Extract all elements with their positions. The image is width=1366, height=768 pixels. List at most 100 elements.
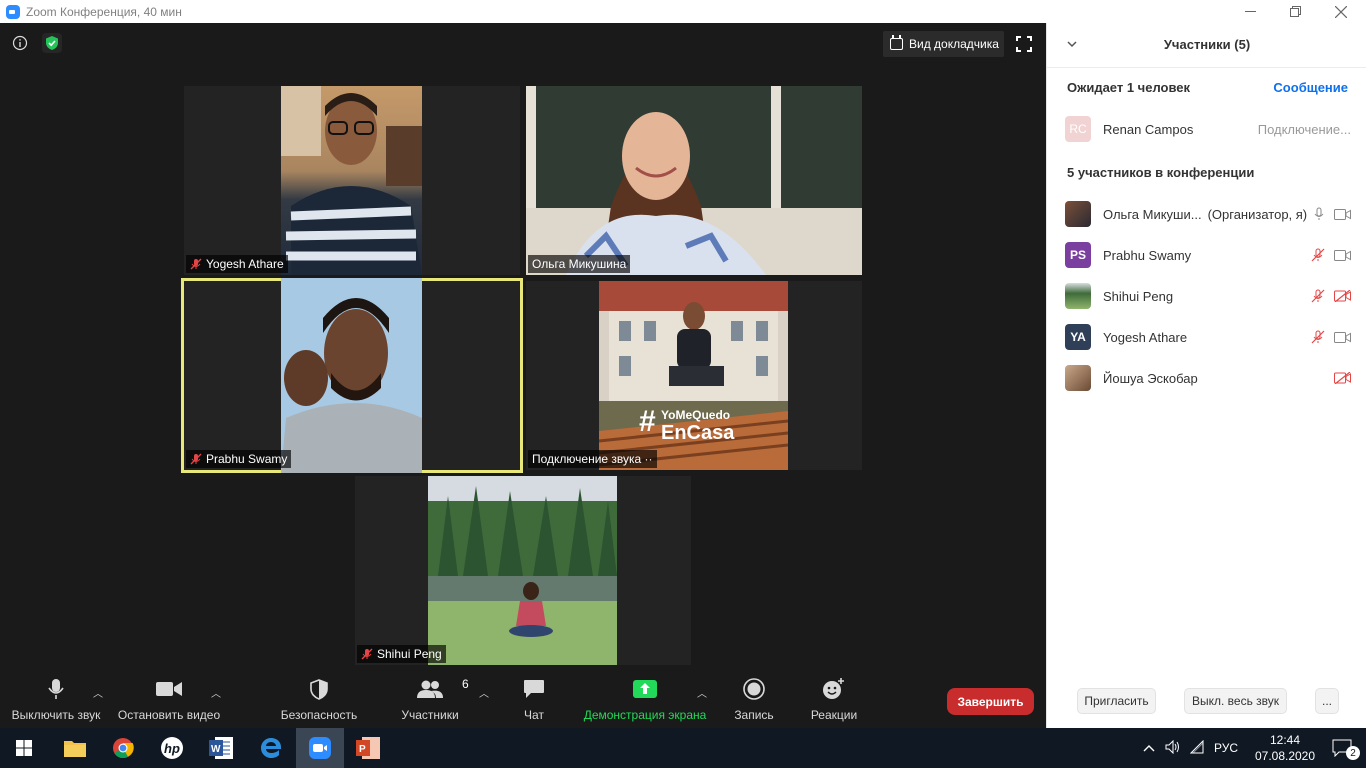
start-button[interactable] <box>0 728 48 768</box>
restore-button[interactable] <box>1272 0 1318 23</box>
tray-overflow-button[interactable] <box>1143 741 1155 755</box>
edge-icon <box>261 738 281 758</box>
participant-row[interactable]: Йошуа Эскобар <box>1065 365 1351 391</box>
record-button[interactable]: Запись <box>733 673 775 728</box>
restore-icon <box>1289 6 1301 17</box>
notification-count-badge: 2 <box>1346 746 1360 760</box>
mute-all-button[interactable]: Выкл. весь звук <box>1184 688 1287 714</box>
word-icon: W <box>209 737 233 759</box>
participant-name: Йошуа Эскобар <box>1103 370 1198 386</box>
video-camera-icon[interactable] <box>1334 331 1351 343</box>
record-icon <box>743 678 765 700</box>
reactions-button[interactable]: Реакции <box>810 673 858 728</box>
mute-label: Выключить звук <box>11 708 101 722</box>
svg-text:P: P <box>359 744 366 755</box>
share-screen-button[interactable]: Демонстрация экрана <box>583 673 707 728</box>
minimize-button[interactable] <box>1227 0 1273 23</box>
close-window-button[interactable] <box>1318 0 1364 23</box>
notifications-button[interactable]: 2 <box>1318 728 1366 768</box>
clock-date: 07.08.2020 <box>1254 749 1316 763</box>
participant-row[interactable]: Shihui Peng <box>1065 283 1351 309</box>
meeting-info-button[interactable] <box>10 33 30 53</box>
microphone-icon[interactable] <box>1313 207 1325 221</box>
taskbar-powerpoint[interactable]: P <box>344 728 392 768</box>
taskbar-chrome[interactable] <box>99 728 147 768</box>
invite-button[interactable]: Пригласить <box>1077 688 1156 714</box>
end-meeting-button[interactable]: Завершить <box>947 688 1034 715</box>
mic-muted-icon[interactable] <box>1311 289 1325 303</box>
background-image: # YoMeQuedo EnCasa <box>599 281 788 470</box>
volume-button[interactable] <box>1165 739 1181 757</box>
network-button[interactable] <box>1189 739 1206 757</box>
speaker-view-button[interactable]: Вид докладчика <box>883 31 1004 57</box>
chevron-up-icon <box>1143 745 1155 752</box>
speaker-view-label: Вид докладчика <box>909 37 999 51</box>
participant-video <box>526 86 862 275</box>
participant-row[interactable]: PS Prabhu Swamy <box>1065 242 1351 268</box>
mic-muted-icon[interactable] <box>1311 330 1325 344</box>
more-options-button[interactable]: ... <box>1315 688 1339 714</box>
avatar: YA <box>1065 324 1091 350</box>
participant-name: Renan Campos <box>1103 121 1194 137</box>
stop-video-button[interactable]: Остановить видео <box>118 673 220 728</box>
taskbar-clock[interactable]: 12:44 07.08.2020 <box>1248 732 1322 764</box>
audio-options-caret[interactable]: ︿ <box>93 685 103 700</box>
taskbar-zoom[interactable] <box>296 728 344 768</box>
taskbar-file-explorer[interactable] <box>51 728 99 768</box>
participant-name: Yogesh Athare <box>1103 329 1188 345</box>
video-camera-icon[interactable] <box>1334 249 1351 261</box>
encryption-button[interactable] <box>42 33 62 53</box>
participant-name: Yogesh Athare <box>206 257 284 271</box>
avatar <box>1065 365 1091 391</box>
powerpoint-icon: P <box>356 737 380 759</box>
video-off-icon[interactable] <box>1334 290 1351 302</box>
video-tile-yogesh[interactable]: Yogesh Athare <box>184 86 520 275</box>
person-silhouette <box>281 86 422 275</box>
speaker-view-icon <box>890 35 903 50</box>
avatar: PS <box>1065 242 1091 268</box>
panel-title: Участники (5) <box>1163 37 1251 52</box>
mic-muted-icon[interactable] <box>1311 248 1325 262</box>
taskbar-hp[interactable]: hp <box>148 728 196 768</box>
fullscreen-button[interactable] <box>1016 36 1032 52</box>
video-tile-shihui[interactable]: Shihui Peng <box>355 476 691 665</box>
zoom-icon <box>309 737 331 759</box>
mute-button[interactable]: Выключить звук <box>10 673 102 728</box>
video-tile-prabhu[interactable]: Prabhu Swamy <box>181 278 523 473</box>
participant-row[interactable]: Ольга Микуши... (Организатор, я) <box>1065 201 1351 227</box>
svg-text:YoMeQuedo: YoMeQuedo <box>661 408 730 422</box>
svg-text:EnCasa: EnCasa <box>661 422 735 444</box>
taskbar-edge[interactable] <box>247 728 295 768</box>
video-options-caret[interactable]: ︿ <box>211 685 221 700</box>
language-indicator[interactable]: РУС <box>1214 741 1238 755</box>
person-silhouette <box>281 278 422 473</box>
participants-button[interactable]: 6 Участники <box>401 673 468 728</box>
avatar: RC <box>1065 116 1091 142</box>
share-options-caret[interactable]: ︿ <box>697 685 707 700</box>
security-label: Безопасность <box>280 708 358 722</box>
shield-check-icon <box>46 36 58 50</box>
avatar <box>1065 283 1091 309</box>
participants-label: Участники <box>401 708 459 722</box>
taskbar-word[interactable]: W <box>197 728 245 768</box>
fullscreen-icon <box>1016 36 1032 52</box>
video-camera-icon[interactable] <box>1334 208 1351 220</box>
waiting-message-link[interactable]: Сообщение <box>1273 80 1348 95</box>
video-tile-joining[interactable]: # YoMeQuedo EnCasa Подключение звука ·· <box>526 281 862 470</box>
video-off-icon[interactable] <box>1334 372 1351 384</box>
security-button[interactable]: Безопасность <box>281 673 357 728</box>
participants-options-caret[interactable]: ︿ <box>479 685 489 700</box>
windows-logo-icon <box>16 740 32 756</box>
participant-name: Ольга Микушина <box>532 257 627 271</box>
participant-row[interactable]: YA Yogesh Athare <box>1065 324 1351 350</box>
reactions-label: Реакции <box>810 708 858 722</box>
video-tile-olga[interactable]: Ольга Микушина <box>526 86 862 275</box>
waiting-room-label: Ожидает 1 человек <box>1067 80 1191 95</box>
chat-button[interactable]: Чат <box>519 673 549 728</box>
window-title: Zoom Конференция, 40 мин <box>26 4 182 19</box>
participant-name-tag: Yogesh Athare <box>186 255 288 273</box>
svg-text:hp: hp <box>164 741 180 756</box>
microphone-icon <box>48 679 64 699</box>
waiting-participant-row[interactable]: RC Renan Campos Подключение... <box>1065 116 1351 142</box>
share-screen-icon <box>633 680 657 698</box>
